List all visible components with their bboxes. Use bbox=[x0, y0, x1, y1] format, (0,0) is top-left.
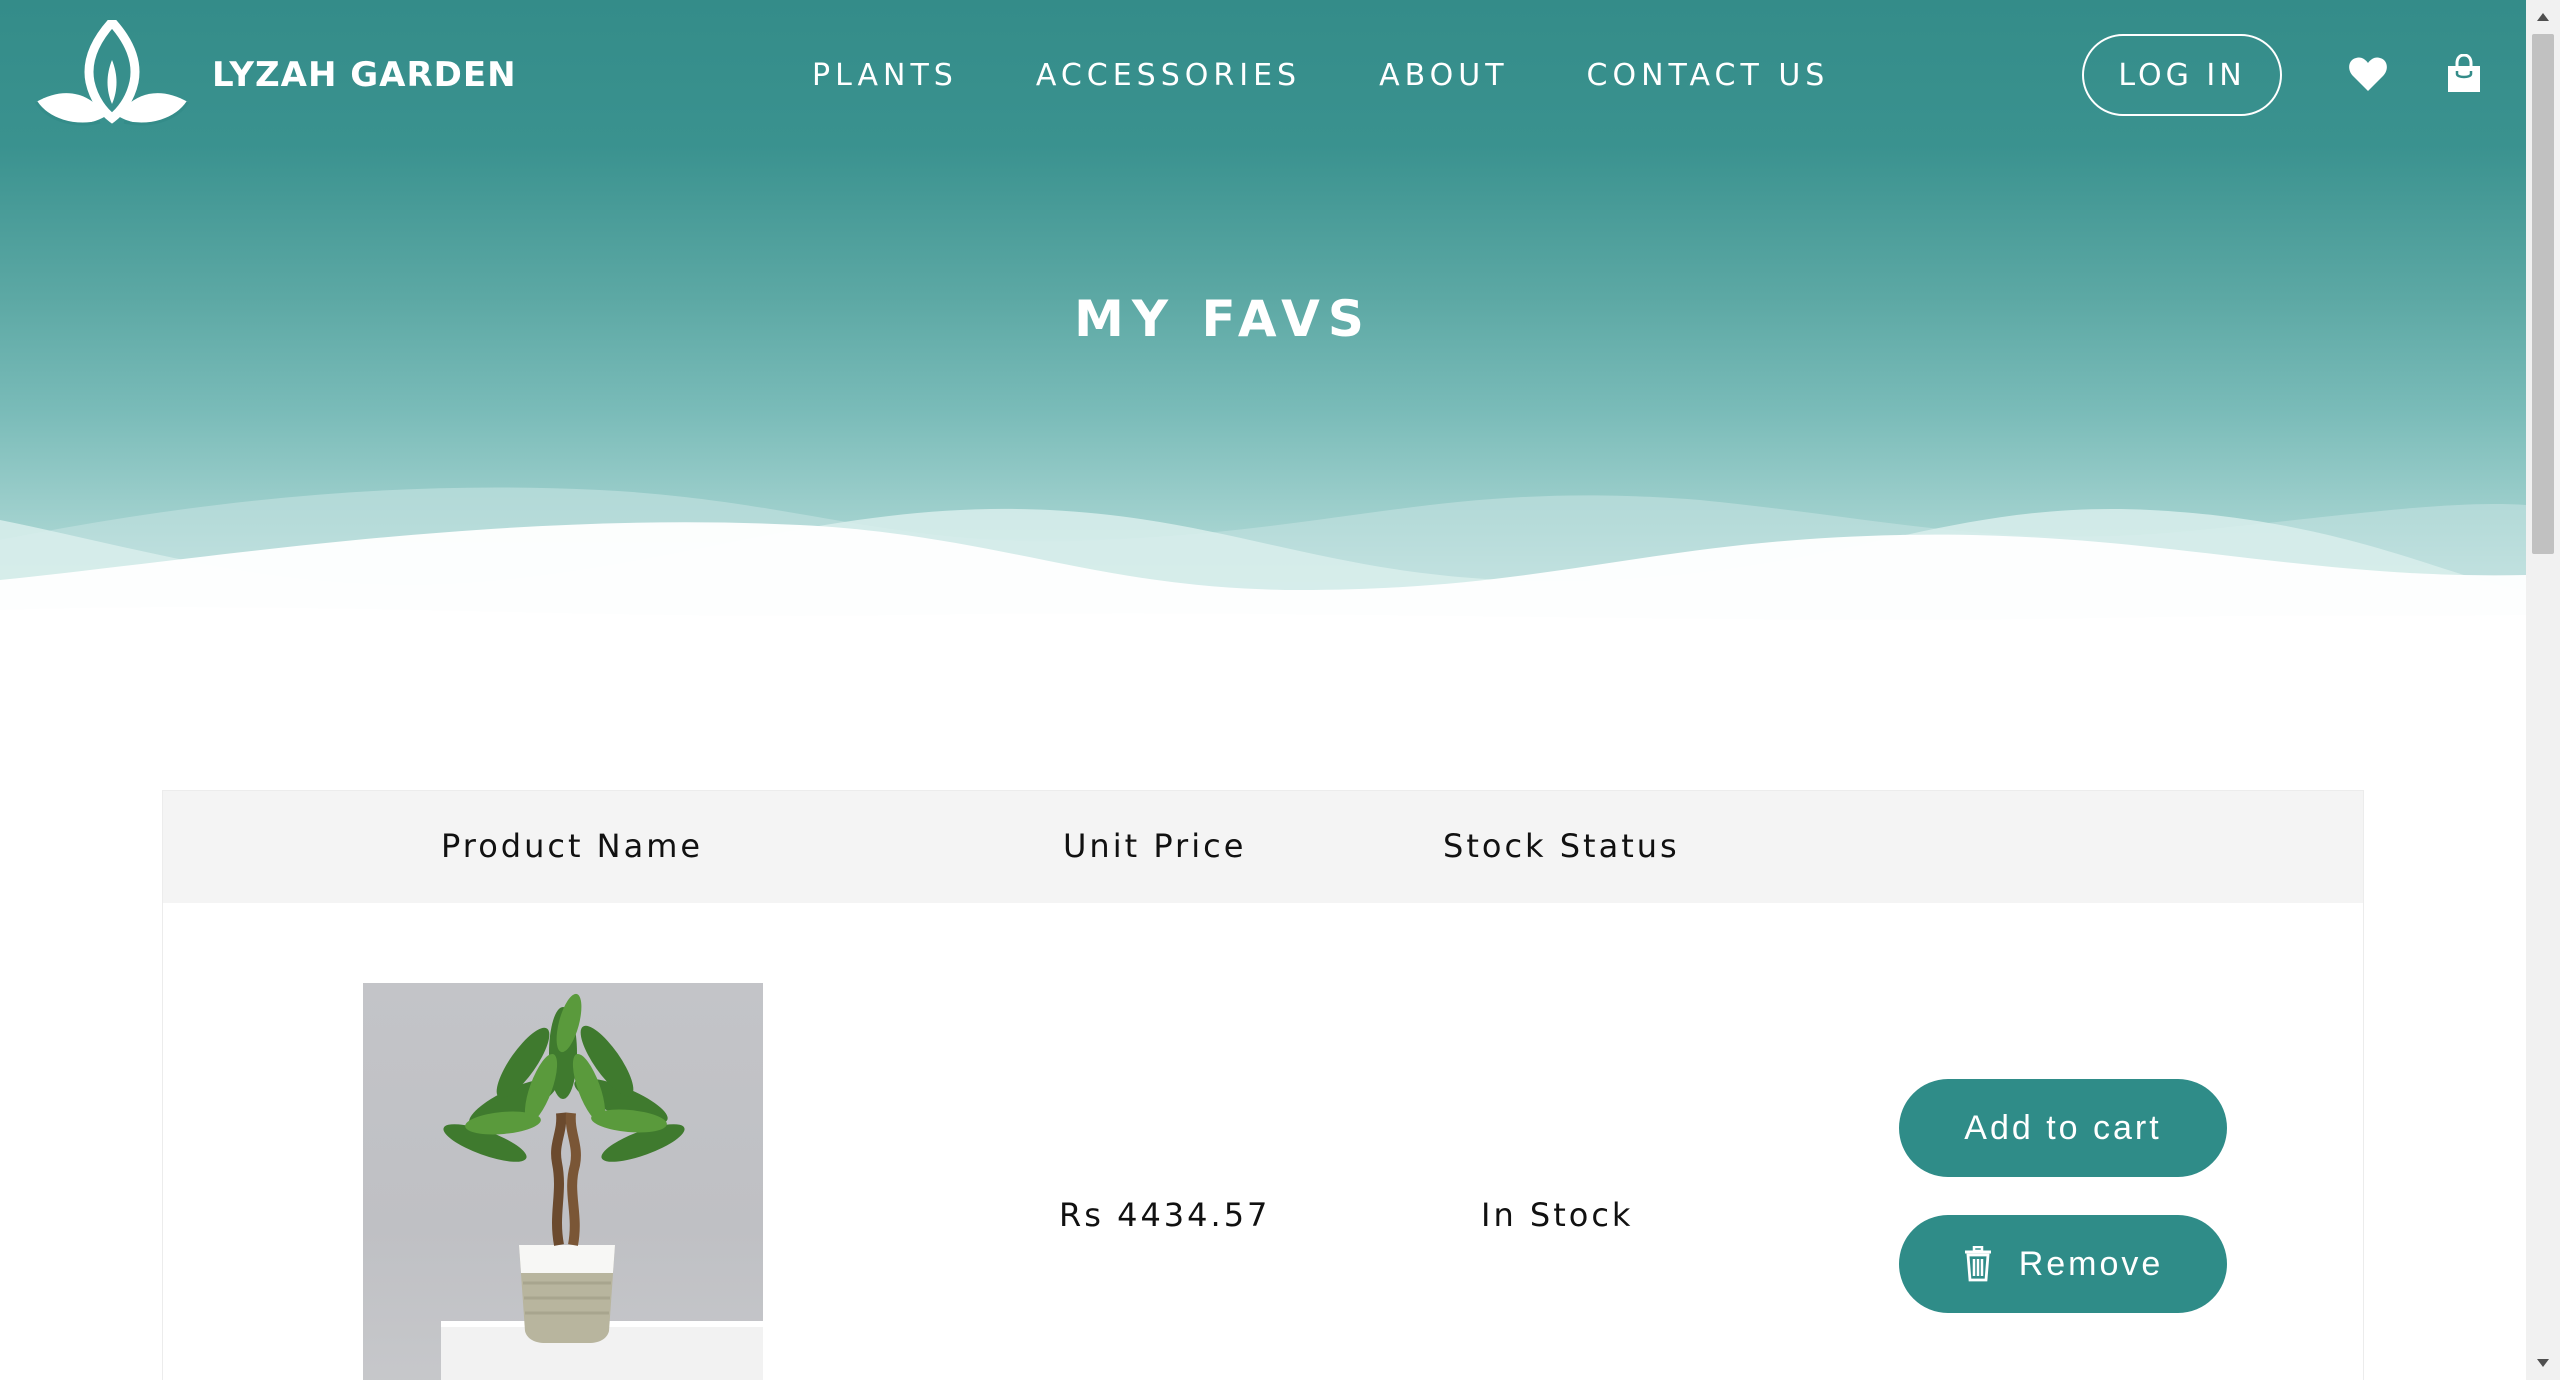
vertical-scrollbar[interactable] bbox=[2526, 0, 2560, 1380]
main-nav: PLANTS ACCESSORIES ABOUT CONTACT US bbox=[812, 58, 1907, 93]
nav-item-accessories[interactable]: ACCESSORIES bbox=[1036, 58, 1301, 93]
wave-decoration bbox=[0, 487, 2526, 660]
remove-label: Remove bbox=[2018, 1244, 2164, 1283]
cart-button[interactable] bbox=[2442, 52, 2486, 96]
favorites-button[interactable] bbox=[2346, 52, 2390, 96]
add-to-cart-button[interactable]: Add to cart bbox=[1899, 1079, 2227, 1177]
column-header-product-name: Product Name bbox=[441, 827, 704, 865]
add-to-cart-label: Add to cart bbox=[1964, 1108, 2162, 1147]
scroll-up-arrow-icon[interactable] bbox=[2526, 0, 2560, 34]
product-unit-price: Rs 4434.57 bbox=[1059, 1196, 1271, 1234]
nav-item-about[interactable]: ABOUT bbox=[1379, 58, 1508, 93]
product-stock-status: In Stock bbox=[1481, 1196, 1634, 1234]
table-header: Product Name Unit Price Stock Status bbox=[163, 791, 2363, 903]
brand-name: LYZAH GARDEN bbox=[212, 55, 517, 95]
scrollbar-thumb[interactable] bbox=[2532, 34, 2554, 554]
brand-logo[interactable]: LYZAH GARDEN bbox=[34, 20, 517, 130]
lotus-icon bbox=[34, 20, 190, 126]
column-header-stock-status: Stock Status bbox=[1443, 827, 1680, 865]
scroll-down-arrow-icon[interactable] bbox=[2526, 1346, 2560, 1380]
login-button[interactable]: LOG IN bbox=[2082, 34, 2282, 116]
heart-icon bbox=[2349, 57, 2387, 91]
column-header-unit-price: Unit Price bbox=[1063, 827, 1247, 865]
shopping-bag-icon bbox=[2448, 54, 2480, 92]
nav-item-plants[interactable]: PLANTS bbox=[812, 58, 958, 93]
page-title: MY FAVS bbox=[1074, 290, 1372, 348]
remove-button[interactable]: Remove bbox=[1899, 1215, 2227, 1313]
product-image[interactable] bbox=[363, 983, 763, 1380]
favorites-table: Product Name Unit Price Stock Status Rs … bbox=[162, 790, 2364, 1380]
trash-icon bbox=[1964, 1246, 1991, 1282]
hero-banner: LYZAH GARDEN PLANTS ACCESSORIES ABOUT CO… bbox=[0, 0, 2526, 660]
nav-item-contact-us[interactable]: CONTACT US bbox=[1587, 58, 1830, 93]
money-tree-plant-image bbox=[441, 993, 763, 1380]
page: LYZAH GARDEN PLANTS ACCESSORIES ABOUT CO… bbox=[0, 0, 2526, 1380]
navbar: LYZAH GARDEN PLANTS ACCESSORIES ABOUT CO… bbox=[0, 0, 2526, 160]
